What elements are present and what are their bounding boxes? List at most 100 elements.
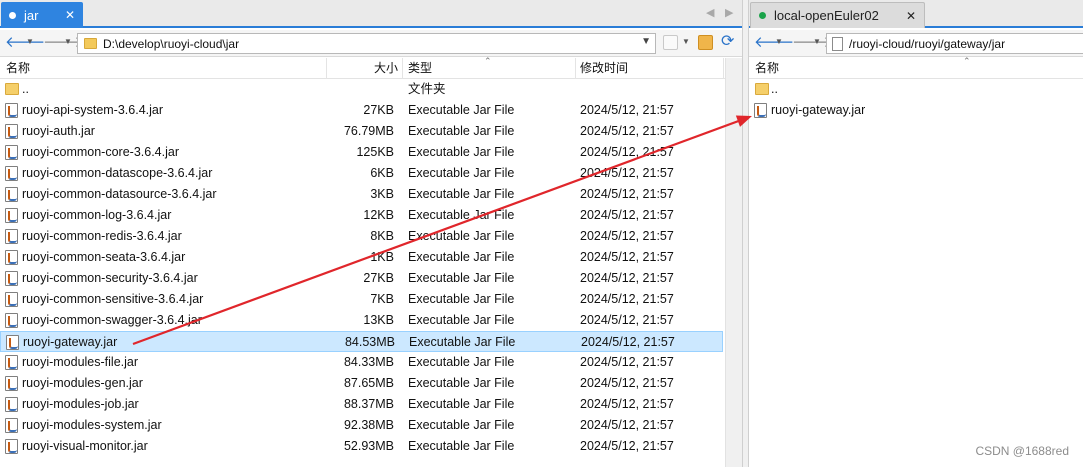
column-divider[interactable] [326, 58, 327, 79]
file-modified: 2024/5/12, 21:57 [580, 271, 674, 285]
column-name[interactable]: 名称 [751, 60, 779, 77]
remote-file-pane: local-openEuler02 ✕ 🡐 ▼ 🡒 ▼ /ruoyi-cloud… [749, 0, 1083, 467]
table-row[interactable]: ruoyi-modules-job.jar 88.37MB Executable J… [0, 394, 723, 415]
file-type: 文件夹 [408, 82, 446, 96]
file-size: 27KB [363, 103, 394, 117]
left-scrollbar[interactable] [725, 58, 742, 467]
left-path-input[interactable]: D:\develop\ruoyi-cloud\jar ▼ [77, 33, 656, 54]
table-row[interactable]: ruoyi-common-datasource-3.6.4.jar 3KB Exec… [0, 184, 723, 205]
table-row[interactable]: ruoyi-modules-file.jar 84.33MB Executable … [0, 352, 723, 373]
jar-file-icon [5, 355, 18, 370]
left-address-toolbar: 🡐 ▼ 🡒 ▼ D:\develop\ruoyi-cloud\jar ▼ ▼ ⟳ [0, 30, 742, 57]
file-type: Executable Jar File [408, 271, 515, 285]
parent-directory-row[interactable]: .. [749, 79, 1083, 100]
table-row[interactable]: ruoyi-common-swagger-3.6.4.jar 13KB Execut… [0, 310, 723, 331]
table-row[interactable]: ruoyi-common-datascope-3.6.4.jar 6KB Execu… [0, 163, 723, 184]
table-row[interactable]: ruoyi-visual-monitor.jar 52.93MB Executabl… [0, 436, 723, 457]
file-size: 125KB [356, 145, 394, 159]
file-size: 3KB [370, 187, 394, 201]
file-size: 8KB [370, 229, 394, 243]
close-icon[interactable]: ✕ [65, 8, 75, 22]
filter-icon[interactable] [663, 35, 678, 50]
jar-file-icon [5, 103, 18, 118]
file-modified: 2024/5/12, 21:57 [581, 335, 675, 349]
folder-icon [755, 83, 769, 95]
file-name: .. [22, 82, 29, 96]
file-name: ruoyi-gateway.jar [771, 103, 866, 117]
file-modified: 2024/5/12, 21:57 [580, 166, 674, 180]
file-size: 92.38MB [343, 418, 394, 432]
column-divider[interactable] [723, 58, 724, 79]
column-type[interactable]: 类型 [404, 60, 432, 77]
table-row[interactable]: ruoyi-common-seata-3.6.4.jar 1KB Executabl… [0, 247, 723, 268]
file-name: ruoyi-modules-gen.jar [22, 376, 143, 390]
forward-history-caret-icon[interactable]: ▼ [813, 37, 821, 46]
table-row[interactable]: ruoyi-modules-gen.jar 87.65MB Executable J… [0, 373, 723, 394]
file-modified: 2024/5/12, 21:57 [580, 103, 674, 117]
close-icon[interactable]: ✕ [906, 9, 916, 23]
column-name[interactable]: 名称 [2, 60, 30, 77]
tab-jar[interactable]: jar ✕ [1, 2, 83, 28]
back-history-caret-icon[interactable]: ▼ [26, 37, 34, 46]
path-dropdown-icon[interactable]: ▼ [641, 36, 651, 47]
file-type: Executable Jar File [408, 439, 515, 453]
file-type: Executable Jar File [408, 208, 515, 222]
left-path-text: D:\develop\ruoyi-cloud\jar [103, 36, 240, 51]
parent-directory-row[interactable]: .. 文件夹 [0, 79, 723, 100]
table-row[interactable]: ruoyi-common-core-3.6.4.jar 125KB Executab… [0, 142, 723, 163]
jar-file-icon [6, 335, 19, 350]
file-name: .. [771, 82, 778, 96]
table-row[interactable]: ruoyi-gateway.jar 84.53MB Executable Jar F… [0, 331, 723, 352]
back-history-caret-icon[interactable]: ▼ [775, 37, 783, 46]
file-modified: 2024/5/12, 21:57 [580, 355, 674, 369]
jar-file-icon [754, 103, 767, 118]
tab-label: jar [24, 7, 39, 23]
column-divider[interactable] [402, 58, 403, 79]
right-tab-bar: local-openEuler02 ✕ [749, 0, 1083, 28]
watermark: CSDN @1688red [975, 444, 1069, 458]
sort-ascending-icon: ⌃ [963, 56, 971, 66]
file-type: Executable Jar File [408, 229, 515, 243]
column-modified[interactable]: 修改时间 [576, 60, 628, 77]
file-size: 87.65MB [343, 376, 394, 390]
table-row[interactable]: ruoyi-modules-system.jar 92.38MB Executabl… [0, 415, 723, 436]
file-type: Executable Jar File [408, 145, 515, 159]
file-name: ruoyi-common-redis-3.6.4.jar [22, 229, 182, 243]
file-name: ruoyi-modules-job.jar [22, 397, 139, 411]
jar-file-icon [5, 313, 18, 328]
right-address-toolbar: 🡐 ▼ 🡒 ▼ /ruoyi-cloud/ruoyi/gateway/jar [749, 30, 1083, 57]
file-type: Executable Jar File [409, 335, 516, 349]
folder-icon [84, 38, 97, 49]
file-modified: 2024/5/12, 21:57 [580, 439, 674, 453]
file-modified: 2024/5/12, 21:57 [580, 250, 674, 264]
jar-file-icon [5, 187, 18, 202]
filter-caret-icon[interactable]: ▼ [682, 37, 690, 46]
tab-next-icon[interactable]: ▶ [725, 6, 733, 19]
pane-splitter[interactable] [742, 0, 749, 467]
file-size: 13KB [363, 313, 394, 327]
file-size: 76.79MB [343, 124, 394, 138]
table-row[interactable]: ruoyi-common-log-3.6.4.jar 12KB Executable… [0, 205, 723, 226]
table-row[interactable]: ruoyi-auth.jar 76.79MB Executable Jar File… [0, 121, 723, 142]
jar-file-icon [5, 145, 18, 160]
table-row[interactable]: ruoyi-common-redis-3.6.4.jar 8KB Executabl… [0, 226, 723, 247]
connected-status-icon [759, 12, 766, 19]
table-row[interactable]: ruoyi-gateway.jar [749, 100, 1083, 121]
right-path-input[interactable]: /ruoyi-cloud/ruoyi/gateway/jar [826, 33, 1083, 54]
jar-file-icon [5, 124, 18, 139]
table-row[interactable]: ruoyi-api-system-3.6.4.jar 27KB Executable… [0, 100, 723, 121]
home-icon[interactable] [698, 35, 713, 50]
refresh-icon[interactable]: ⟳ [721, 33, 734, 51]
table-row[interactable]: ruoyi-common-security-3.6.4.jar 27KB Execu… [0, 268, 723, 289]
file-modified: 2024/5/12, 21:57 [580, 208, 674, 222]
forward-history-caret-icon[interactable]: ▼ [64, 37, 72, 46]
jar-file-icon [5, 271, 18, 286]
file-name: ruoyi-visual-monitor.jar [22, 439, 148, 453]
column-size[interactable]: 大小 [352, 60, 398, 77]
folder-icon [5, 83, 19, 95]
tab-local-openeuler02[interactable]: local-openEuler02 ✕ [750, 2, 925, 28]
file-name: ruoyi-common-datasource-3.6.4.jar [22, 187, 217, 201]
table-row[interactable]: ruoyi-common-sensitive-3.6.4.jar 7KB Execu… [0, 289, 723, 310]
tab-prev-icon[interactable]: ◀ [706, 6, 714, 19]
file-name: ruoyi-modules-system.jar [22, 418, 162, 432]
